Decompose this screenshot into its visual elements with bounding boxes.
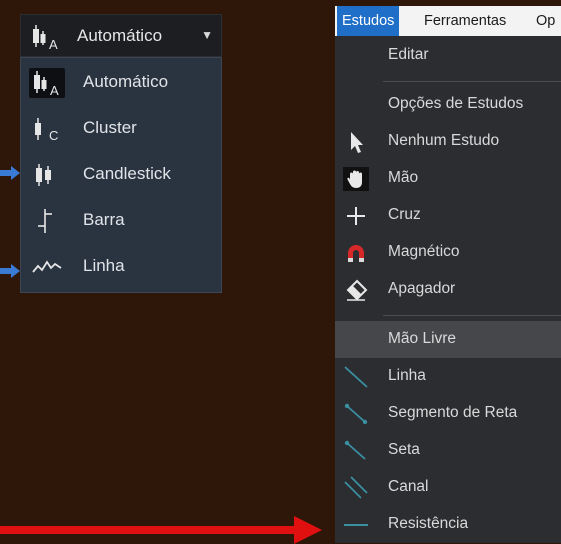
menu-item-label: Magnético xyxy=(388,243,460,260)
chart-type-option-barra[interactable]: Barra xyxy=(21,202,221,238)
menu-op[interactable]: Op xyxy=(531,6,560,36)
menu-separator xyxy=(383,315,561,316)
menu-item-label: Mão xyxy=(388,169,419,186)
menu-item-mao[interactable]: Mão xyxy=(335,160,561,197)
chart-type-option-linha[interactable]: Linha xyxy=(21,248,221,284)
hand-icon xyxy=(343,167,369,191)
menu-item-label: Seta xyxy=(388,441,420,458)
channel-tool-icon xyxy=(344,476,368,499)
candle-c-icon: C xyxy=(35,118,58,143)
chart-type-dropdown[interactable]: A Automático ▼ xyxy=(20,14,222,57)
chart-type-option-label: Cluster xyxy=(83,118,137,137)
chart-type-option-automatico[interactable]: A Automático xyxy=(21,64,221,100)
menu-item-linha[interactable]: Linha xyxy=(335,358,561,395)
menu-item-apagador[interactable]: Apagador xyxy=(335,271,561,308)
chart-type-option-label: Candlestick xyxy=(83,164,171,183)
annotation-arrow-icon xyxy=(0,516,322,544)
chart-type-current-label: Automático xyxy=(77,26,163,45)
chart-type-option-label: Linha xyxy=(83,256,125,275)
menu-item-segmento-de-reta[interactable]: Segmento de Reta xyxy=(335,395,561,432)
candle-a-icon: A xyxy=(33,25,58,51)
chart-type-option-candlestick[interactable]: Candlestick xyxy=(21,156,221,192)
studies-menu: Editar Opções de Estudos Nenhum Estudo M… xyxy=(335,36,561,543)
svg-text:A: A xyxy=(50,83,59,98)
menu-item-label: Canal xyxy=(388,478,429,495)
menu-item-magnetico[interactable]: Magnético xyxy=(335,234,561,271)
chart-type-menu: A Automático C Cluster Candlestick Barra xyxy=(20,57,222,293)
resistance-tool-icon xyxy=(344,524,368,526)
menu-item-opcoes-de-estudos[interactable]: Opções de Estudos xyxy=(335,86,561,123)
segment-tool-icon xyxy=(344,403,368,425)
menu-item-cruz[interactable]: Cruz xyxy=(335,197,561,234)
line-tool-icon xyxy=(344,366,368,388)
chevron-down-icon: ▼ xyxy=(201,28,213,42)
menu-separator xyxy=(383,81,561,82)
cursor-arrow-icon xyxy=(351,132,363,153)
menu-item-label: Apagador xyxy=(388,280,456,297)
candlestick-icon xyxy=(36,164,51,186)
menu-item-label: Mão Livre xyxy=(388,330,457,347)
menu-item-label: Editar xyxy=(388,46,429,63)
menu-item-label: Opções de Estudos xyxy=(388,95,524,112)
chart-type-option-cluster[interactable]: C Cluster xyxy=(21,110,221,146)
annotation-arrow-icon xyxy=(0,166,20,180)
bar-chart-icon xyxy=(38,209,52,233)
menu-item-mao-livre[interactable]: Mão Livre xyxy=(335,321,561,358)
svg-text:C: C xyxy=(49,128,58,143)
menu-item-label: Linha xyxy=(388,367,426,384)
menu-item-label: Segmento de Reta xyxy=(388,404,518,421)
menu-estudos[interactable]: Estudos xyxy=(337,6,400,36)
menu-item-label: Resistência xyxy=(388,515,469,532)
chart-type-option-label: Barra xyxy=(83,210,125,229)
arrow-tool-icon xyxy=(344,440,366,460)
candle-a-icon: A xyxy=(29,68,65,98)
line-chart-icon xyxy=(32,260,62,273)
menu-item-label: Nenhum Estudo xyxy=(388,132,500,149)
menubar: Estudos Ferramentas Op xyxy=(335,6,561,36)
menu-item-editar[interactable]: Editar xyxy=(335,37,561,74)
crosshair-icon xyxy=(347,207,365,225)
menu-item-nenhum-estudo[interactable]: Nenhum Estudo xyxy=(335,123,561,160)
eraser-icon xyxy=(346,279,368,301)
menu-item-label: Cruz xyxy=(388,206,421,223)
magnet-icon xyxy=(348,245,364,262)
svg-text:A: A xyxy=(49,37,58,51)
annotation-arrow-icon xyxy=(0,264,20,278)
menu-item-canal[interactable]: Canal xyxy=(335,469,561,506)
menu-item-seta[interactable]: Seta xyxy=(335,432,561,469)
chart-type-option-label: Automático xyxy=(83,72,169,91)
menu-item-resistencia[interactable]: Resistência xyxy=(335,506,561,543)
menu-ferramentas[interactable]: Ferramentas xyxy=(419,6,511,36)
